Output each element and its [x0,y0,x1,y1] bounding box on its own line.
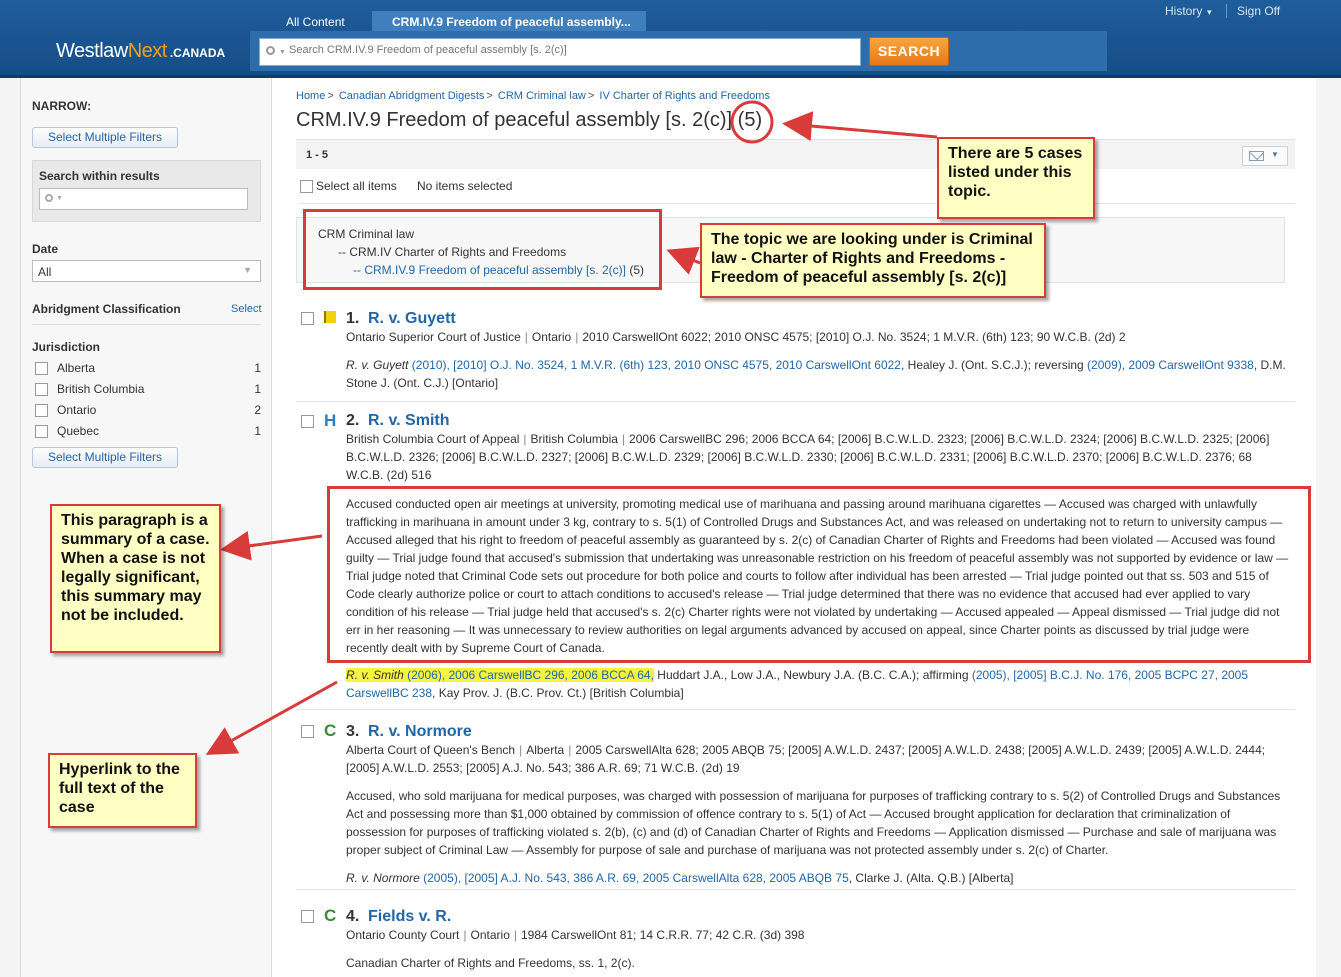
header-bar: WestlawNext .CANADA All Content CRM.IV.9 … [0,0,1341,78]
tab-all-content[interactable]: All Content [274,11,357,32]
breadcrumb: Home > Canadian Abridgment Digests > CRM C… [296,90,770,102]
chevron-down-icon: ▼ [1205,8,1214,17]
jurisdiction-item-alberta[interactable]: Alberta 1 [35,360,261,378]
yellow-flag-icon [324,311,336,323]
search-within-results-box: Search within results ▼ [32,160,261,222]
result-title-link[interactable]: R. v. Guyett [368,310,456,328]
result-citation: R. v. Normore (2005), [2005] A.J. No. 54… [346,871,1014,885]
search-within-input[interactable]: ▼ [39,188,248,210]
jurisdiction-item-british-columbia[interactable]: British Columbia 1 [35,381,261,399]
history-menu[interactable]: History ▼ [1165,4,1213,18]
date-filter-label: Date [32,242,59,256]
annotation-topic-note: The topic we are looking under is Crimin… [700,223,1046,298]
result-number: 4. [346,908,360,925]
result-number: 3. [346,723,360,740]
annotation-hyperlink-note: Hyperlink to the full text of the case [48,753,197,828]
search-icon [45,194,53,202]
result-title-link[interactable]: R. v. Normore [368,723,472,741]
summary-highlight-box [327,486,1311,663]
filter-count: 1 [254,382,261,396]
filter-count: 2 [254,403,261,417]
result-number: 1. [346,310,360,327]
checkbox[interactable] [35,404,48,417]
result-summary: Accused, who sold marijuana for medical … [346,789,1281,857]
search-field[interactable]: ▼ [259,38,861,66]
history-h-icon: H [324,411,337,430]
result-checkbox[interactable] [301,415,314,428]
result-metadata: Alberta Court of Queen's Bench | Alberta | 2… [346,743,1266,775]
jurisdiction-label: Jurisdiction [32,340,101,354]
result-item-4: C 4. Fields v. R. Ontario County Court | O… [296,900,1295,977]
date-filter-select[interactable]: All ▼ [32,260,261,282]
result-citation: R. v. Smith (2006), 2006 CarswellBC 296,… [346,668,1249,700]
result-summary: Canadian Charter of Rights and Freedoms,… [346,956,635,970]
result-checkbox[interactable] [301,312,314,325]
citation-link-prior[interactable]: (2009), 2009 CarswellOnt 9338 [1087,358,1254,372]
result-count: (5) [737,109,763,131]
result-toolbar: 1 - 5 ▼ [296,139,1295,169]
chevron-down-icon: ▼ [279,49,286,56]
result-range: 1 - 5 [306,149,329,161]
jurisdiction-item-quebec[interactable]: Quebec 1 [35,423,261,441]
page-title: CRM.IV.9 Freedom of peaceful assembly [s… [296,109,763,131]
chevron-down-icon: ▼ [1271,150,1279,159]
sign-off-link[interactable]: Sign Off [1237,4,1280,18]
topic-highlight-box [303,209,662,290]
breadcrumb-abridgment-digests[interactable]: Canadian Abridgment Digests [339,90,485,102]
result-item-3: C 3. R. v. Normore Alberta Court of Quee… [296,715,1295,890]
select-multiple-filters-button-bottom[interactable]: Select Multiple Filters [32,447,178,468]
narrow-heading: NARROW: [32,99,92,113]
full-text-hyperlink[interactable]: (2006), 2006 CarswellBC 296, 2006 BCCA 6… [404,668,654,682]
result-citation: R. v. Guyett (2010), [2010] O.J. No. 352… [346,358,1286,390]
abridgment-classification-label: Abridgment Classification [32,302,181,316]
result-checkbox[interactable] [301,725,314,738]
abridgment-select-link[interactable]: Select [231,303,262,315]
jurisdiction-item-ontario[interactable]: Ontario 2 [35,402,261,420]
checkbox[interactable] [35,425,48,438]
breadcrumb-crm-criminal-law[interactable]: CRM Criminal law [498,90,586,102]
search-within-label: Search within results [39,169,160,183]
header-divider [1226,4,1227,18]
cited-c-icon: C [324,906,337,925]
divider [32,324,261,325]
result-title-link[interactable]: Fields v. R. [368,908,451,926]
citation-link[interactable]: (2010), [2010] O.J. No. 3524, 1 M.V.R. (… [408,358,901,372]
result-metadata: Ontario County Court | Ontario | 1984 Carswe… [346,928,805,942]
select-all-label[interactable]: Select all items [316,179,397,193]
breadcrumb-charter-of-rights[interactable]: IV Charter of Rights and Freedoms [599,90,770,102]
selection-row: Select all items No items selected [300,178,1295,204]
checkbox[interactable] [35,383,48,396]
result-checkbox[interactable] [301,910,314,923]
result-number: 2. [346,412,360,429]
breadcrumb-home[interactable]: Home [296,90,325,102]
chevron-down-icon: ▼ [56,195,63,202]
search-button[interactable]: SEARCH [869,37,949,66]
search-input[interactable] [289,44,849,56]
result-title-link[interactable]: R. v. Smith [368,412,450,430]
checkbox[interactable] [35,362,48,375]
select-all-checkbox[interactable] [300,180,313,193]
chevron-down-icon: ▼ [243,265,252,275]
annotation-summary-note: This paragraph is a summary of a case. W… [50,504,221,653]
email-delivery-button[interactable]: ▼ [1242,146,1288,166]
envelope-icon [1249,151,1264,161]
result-metadata: Ontario Superior Court of Justice | Ontari… [346,330,1126,344]
search-icon [266,46,275,55]
tab-current-topic[interactable]: CRM.IV.9 Freedom of peaceful assembly... [372,11,646,32]
selection-status: No items selected [417,179,513,193]
result-metadata: British Columbia Court of Appeal | British… [346,432,1270,482]
filter-count: 1 [254,361,261,375]
select-multiple-filters-button[interactable]: Select Multiple Filters [32,127,178,148]
filter-count: 1 [254,424,261,438]
result-item-1: 1. R. v. Guyett Ontario Superior Court o… [296,302,1295,402]
westlaw-logo[interactable]: WestlawNext .CANADA [56,40,225,63]
cited-c-icon: C [324,721,337,740]
annotation-count-note: There are 5 cases listed under this topi… [937,137,1095,219]
citation-link[interactable]: (2005), [2005] A.J. No. 543, 386 A.R. 69… [420,871,849,885]
